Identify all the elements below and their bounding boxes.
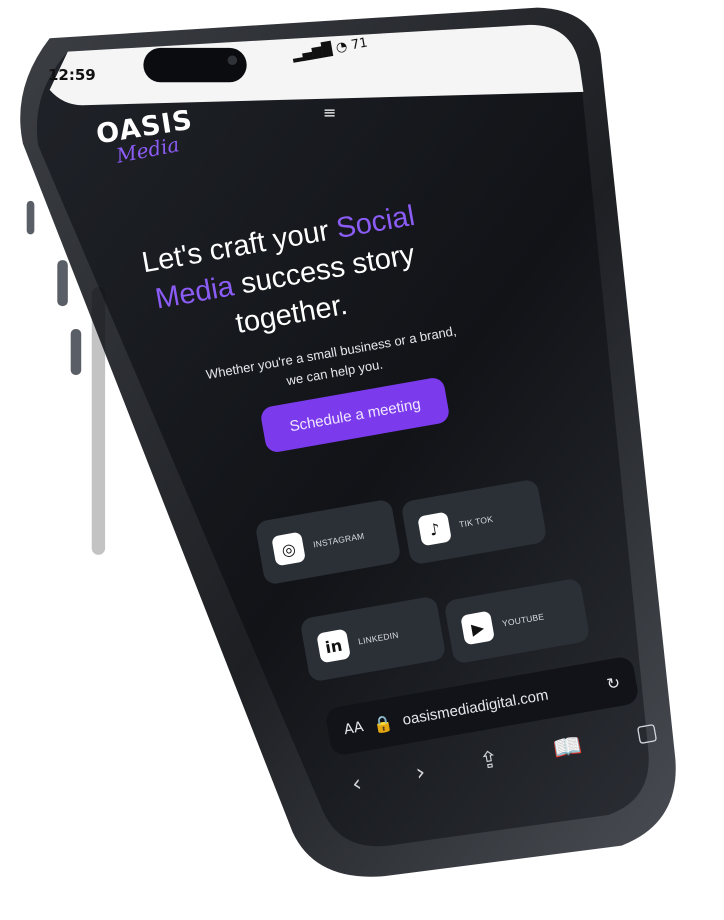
app-screen: 12:59 ▂▄▆█ ◔ 71 OASIS Media ≡ Let's craf… — [0, 0, 724, 920]
instagram-icon: ◎ — [271, 531, 306, 567]
back-icon[interactable]: ‹ — [350, 771, 364, 799]
share-icon[interactable]: ⇪ — [477, 746, 501, 776]
status-icons: ▂▄▆█ ◔ 71 — [291, 36, 369, 64]
social-card-tiktok[interactable]: ♪ TIK TOK — [400, 478, 548, 566]
reload-icon[interactable]: ↻ — [605, 672, 622, 693]
wifi-icon: ◔ — [334, 39, 349, 56]
youtube-icon: ▶ — [460, 610, 495, 646]
tiktok-icon: ♪ — [417, 511, 452, 547]
forward-icon[interactable]: › — [414, 759, 428, 787]
social-card-instagram[interactable]: ◎ INSTAGRAM — [254, 498, 402, 586]
reader-aa-button[interactable]: AA — [343, 719, 365, 738]
bookmarks-icon[interactable]: 📖 — [551, 732, 584, 764]
social-card-youtube[interactable]: ▶ YOUTUBE — [443, 577, 591, 665]
linkedin-icon: in — [316, 628, 351, 664]
menu-icon[interactable]: ≡ — [323, 103, 336, 122]
tabs-icon[interactable]: ▢ — [634, 718, 660, 748]
social-card-linkedin[interactable]: in LINKEDIN — [299, 595, 447, 683]
browser-domain: oasismediadigital.com — [401, 685, 550, 729]
status-time: 12:59 — [48, 66, 96, 84]
lock-icon: 🔒 — [371, 712, 395, 735]
signal-icon: ▂▄▆█ — [291, 41, 334, 64]
battery-icon: 71 — [349, 35, 369, 54]
